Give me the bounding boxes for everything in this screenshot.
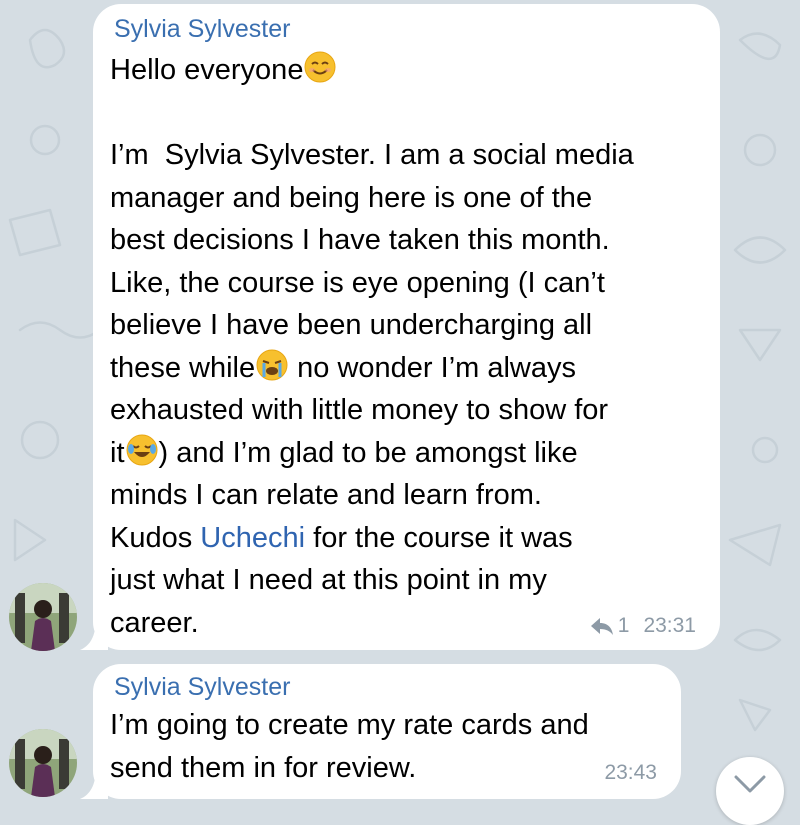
message-meta: 1 23:31 <box>590 614 696 638</box>
message-line: no wonder I’m always <box>289 351 576 384</box>
message-line: Hello everyone <box>110 54 304 86</box>
message-line: career. <box>110 606 199 639</box>
bubble-tail <box>80 618 108 650</box>
message-time: 23:31 <box>643 614 696 637</box>
bubble-tail <box>80 767 108 799</box>
message-line: for the course it was <box>305 521 573 554</box>
message-line: I’m Sylvia Sylvester. I am a social medi… <box>110 139 634 171</box>
message-line: it <box>110 436 125 469</box>
loudly-crying-face-emoji <box>256 349 288 380</box>
smiling-face-emoji <box>304 51 336 83</box>
chevron-down-icon <box>734 775 766 793</box>
message-line: Like, the course is eye opening (I can’t <box>110 266 605 299</box>
message-line: ) and I’m glad to be amongst like <box>158 436 578 469</box>
message-meta: 23:43 <box>604 761 657 785</box>
mention-link[interactable]: Uchechi <box>200 522 305 554</box>
message-line: just what I need at this point in my <box>110 564 547 596</box>
avatar[interactable] <box>9 729 77 797</box>
message-line: send them in for review. <box>110 751 417 784</box>
sender-name[interactable]: Sylvia Sylvester <box>114 14 290 44</box>
message-bubble[interactable]: Sylvia Sylvester I’m going to create my … <box>93 664 681 799</box>
message-line: Kudos <box>110 521 201 554</box>
sender-name[interactable]: Sylvia Sylvester <box>114 672 290 702</box>
scroll-down-button[interactable] <box>716 757 784 825</box>
message-line: exhausted with little money to show for <box>110 394 609 426</box>
message-time: 23:43 <box>604 761 657 784</box>
reply-arrow-icon[interactable] <box>590 616 614 636</box>
message-bubble[interactable]: Sylvia Sylvester Hello everyone I’m Sylv… <box>93 4 720 650</box>
message-text: Hello everyone I’m Sylvia Sylvester. I a… <box>110 49 710 644</box>
face-with-tears-of-joy-emoji <box>126 434 157 465</box>
message-line: I’m going to create my rate cards and <box>110 709 589 741</box>
message-line: minds I can relate and learn from. <box>110 479 542 511</box>
avatar[interactable] <box>9 583 77 651</box>
message-text: I’m going to create my rate cards and se… <box>110 704 670 789</box>
message-line: believe I have been undercharging all <box>110 309 593 341</box>
reply-count[interactable]: 1 <box>618 614 630 638</box>
message-line: best decisions I have taken this month. <box>110 224 610 256</box>
message-line: manager and being here is one of the <box>110 181 593 214</box>
message-line: these while <box>110 351 256 384</box>
